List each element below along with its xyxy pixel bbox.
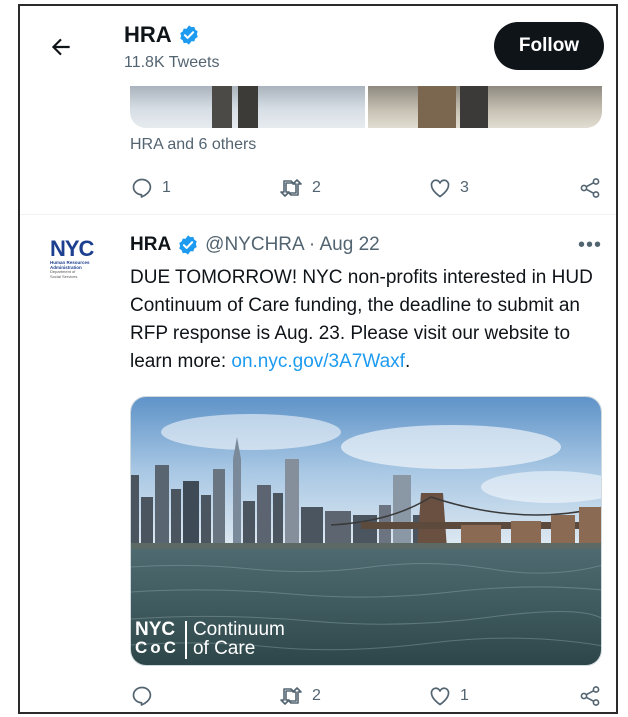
reply-count: 1 — [162, 179, 171, 196]
share-icon — [578, 176, 602, 200]
account-name: HRA — [124, 22, 172, 47]
share-button[interactable] — [578, 684, 602, 708]
retweet-count: 2 — [312, 179, 321, 196]
logo-line-4: Social Services — [50, 273, 78, 279]
tweet-actions: 2 1 — [130, 684, 610, 710]
heart-icon — [428, 176, 452, 200]
reply-icon — [130, 176, 154, 200]
tagged-people[interactable]: HRA and 6 others — [130, 136, 256, 154]
retweet-icon — [278, 684, 304, 708]
heart-icon — [428, 684, 452, 708]
like-button[interactable]: 1 — [428, 684, 469, 708]
media-photo-2[interactable] — [367, 86, 602, 128]
like-count: 3 — [460, 179, 469, 196]
tweet-media-image[interactable]: NYC CoC Continuum of Care — [130, 396, 602, 666]
tweet-thread-frame: HRA 11.8K Tweets Follow HRA and 6 others… — [18, 4, 618, 714]
retweet-icon — [278, 176, 304, 200]
like-button[interactable]: 3 — [428, 176, 469, 200]
verified-badge-icon — [178, 24, 200, 46]
tweet-handle-date[interactable]: @NYCHRA · Aug 22 — [205, 234, 380, 256]
tweet-link[interactable]: on.nyc.gov/3A7Waxf — [231, 351, 405, 372]
tweet-header: HRA @NYCHRA · Aug 22 — [130, 234, 380, 256]
share-icon — [578, 684, 602, 708]
badge-separator — [184, 621, 187, 659]
follow-button[interactable]: Follow — [494, 22, 604, 70]
reply-button[interactable] — [130, 684, 162, 708]
tweet-count: 11.8K Tweets — [124, 54, 220, 71]
previous-tweet-media[interactable] — [130, 86, 602, 128]
tweet-author-name[interactable]: HRA — [130, 234, 171, 256]
nyc-coc-logo: NYC CoC Continuum of Care — [135, 620, 285, 659]
share-button[interactable] — [578, 176, 602, 200]
retweet-count: 2 — [312, 687, 321, 704]
reply-button[interactable]: 1 — [130, 176, 171, 200]
tweet-divider — [20, 214, 616, 215]
nyc-logo: NYC — [50, 236, 94, 261]
badge-title-line-1: Continuum — [192, 619, 285, 640]
retweet-button[interactable]: 2 — [278, 684, 321, 708]
media-photo-1[interactable] — [130, 86, 365, 128]
back-arrow-icon[interactable] — [48, 34, 74, 60]
verified-badge-icon — [177, 234, 199, 256]
tweet-text: DUE TOMORROW! NYC non-profits interested… — [130, 264, 612, 376]
badge-title-line-2: of Care — [192, 638, 256, 659]
reply-icon — [130, 684, 154, 708]
badge-nyc: NYC — [135, 619, 176, 640]
tweet-body-end: . — [404, 351, 411, 372]
profile-header-name: HRA — [124, 22, 200, 48]
previous-tweet-actions: 1 2 3 — [130, 176, 610, 202]
badge-coc: CoC — [135, 638, 179, 657]
like-count: 1 — [460, 687, 469, 704]
more-options-icon[interactable]: ••• — [578, 234, 602, 257]
avatar[interactable]: NYC Human Resources Administration Depar… — [50, 238, 108, 292]
retweet-button[interactable]: 2 — [278, 176, 321, 200]
